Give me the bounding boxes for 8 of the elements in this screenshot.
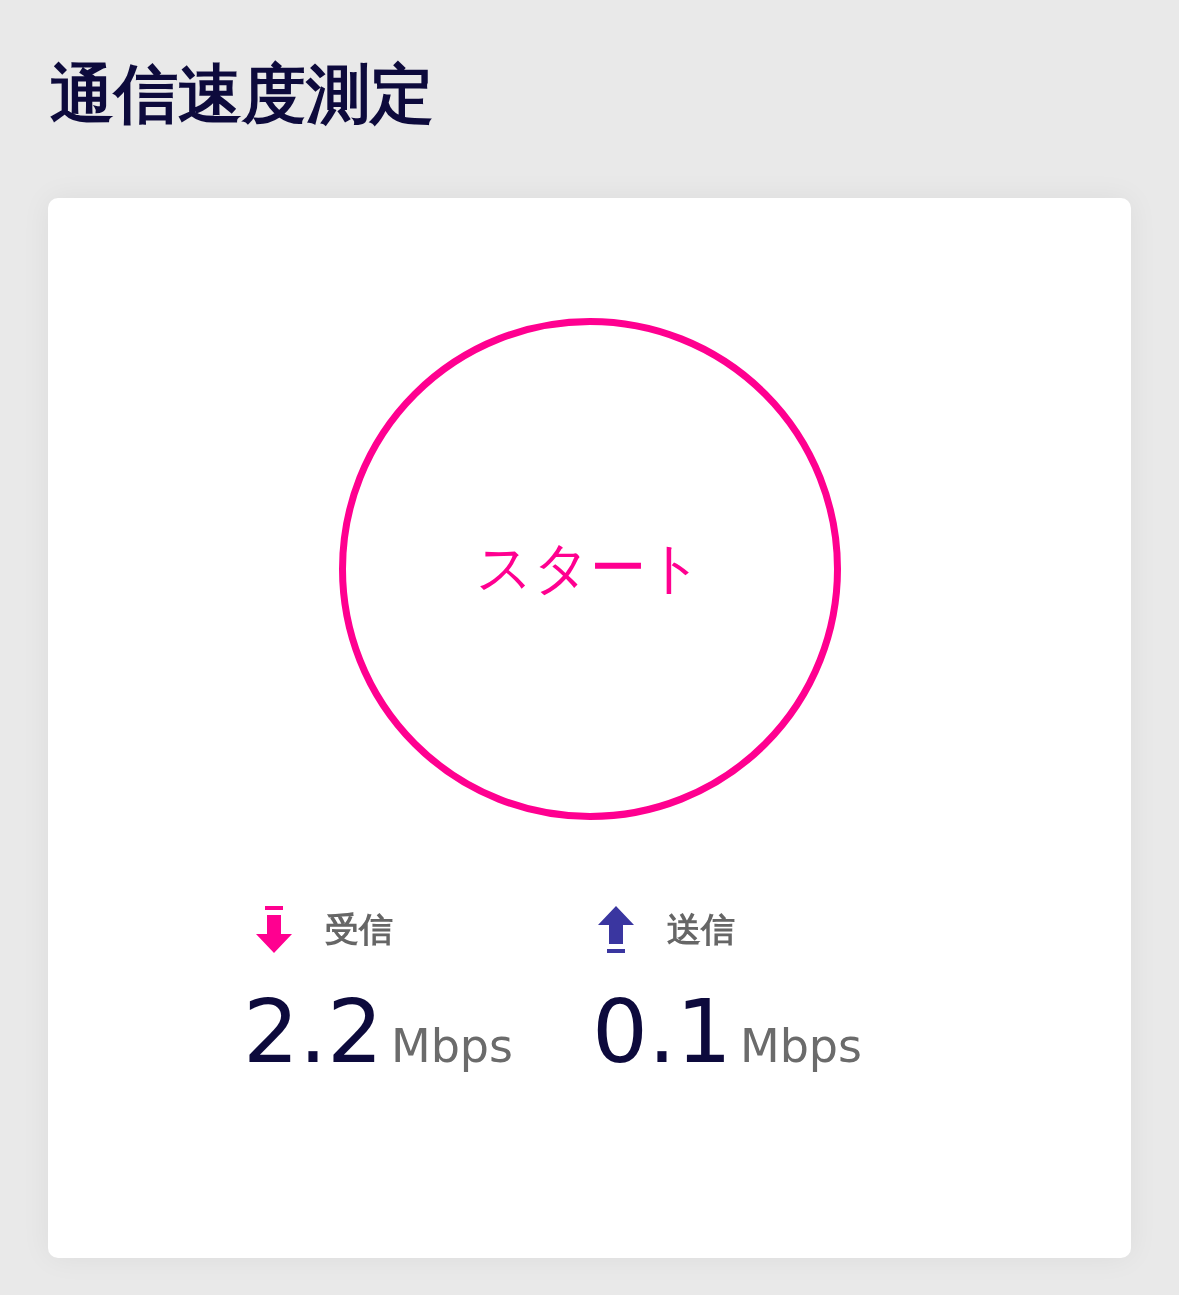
stat-label: 送信 [667,908,735,951]
stat-value: 0.1 [592,988,732,1076]
stat-value: 2.2 [243,988,383,1076]
stat-label: 受信 [325,908,393,951]
start-button[interactable]: スタート [338,318,841,820]
stat-unit: Mbps [739,1019,862,1073]
page-title: 通信速度測定 [50,56,435,133]
stat-unit: Mbps [390,1019,513,1073]
